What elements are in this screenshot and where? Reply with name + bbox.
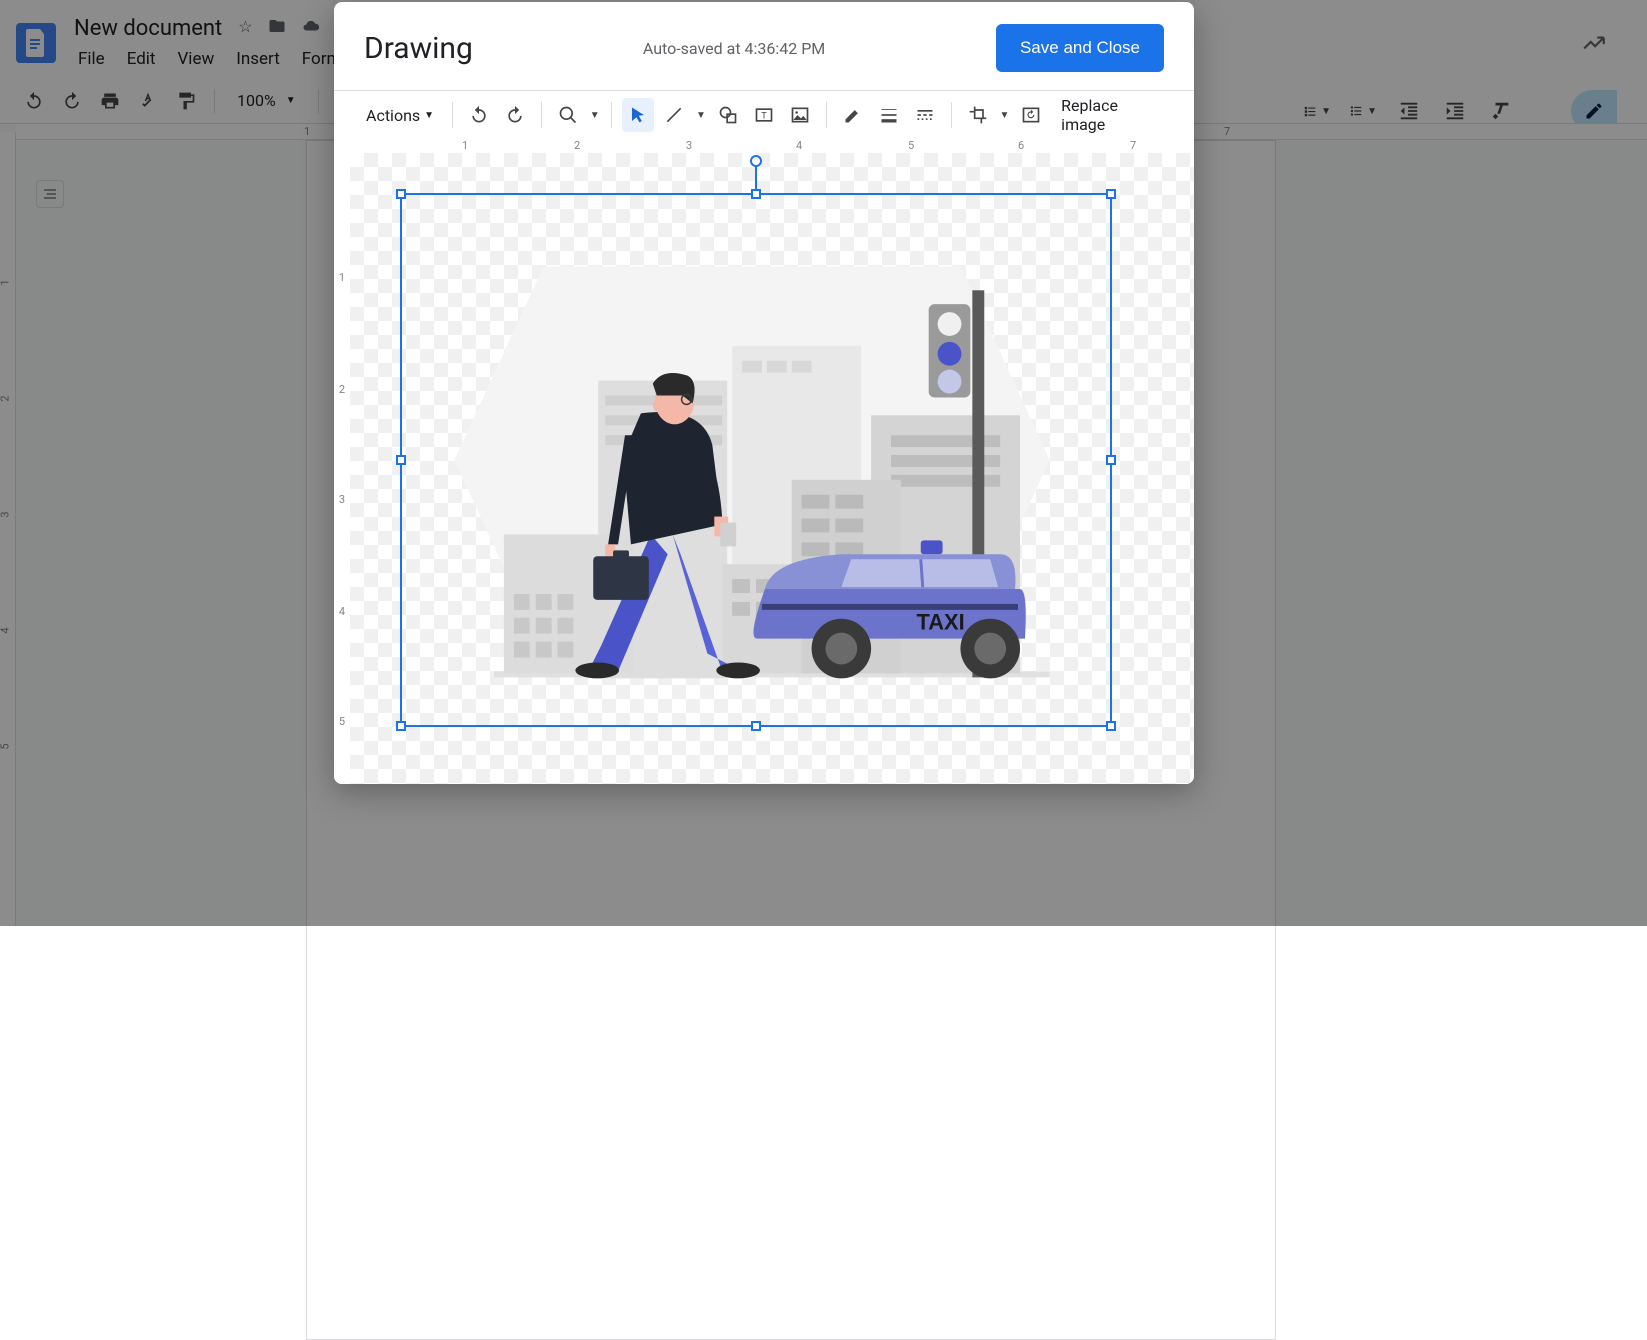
drawing-vertical-ruler: 1 2 3 4 5 — [334, 153, 350, 784]
replace-image-button[interactable]: Replace image — [1051, 92, 1170, 138]
crop-icon[interactable] — [962, 98, 994, 132]
modal-title: Drawing — [364, 31, 473, 66]
crop-dropdown-icon[interactable]: ▼ — [998, 110, 1011, 121]
image-tool-icon[interactable] — [784, 98, 816, 132]
undo-icon[interactable] — [463, 98, 495, 132]
drawing-horizontal-ruler: 1 2 3 4 5 6 7 — [334, 139, 1194, 153]
shape-tool-icon[interactable] — [712, 98, 744, 132]
zoom-dropdown-icon[interactable]: ▼ — [588, 110, 601, 121]
drawing-image: TAXI — [404, 197, 1108, 723]
border-color-icon[interactable] — [837, 98, 869, 132]
select-tool-icon[interactable] — [622, 98, 654, 132]
line-dropdown-icon[interactable]: ▼ — [694, 110, 707, 121]
border-weight-icon[interactable] — [873, 98, 905, 132]
line-tool-icon[interactable] — [658, 98, 690, 132]
rotation-handle[interactable] — [750, 155, 762, 167]
reset-image-icon[interactable] — [1015, 98, 1047, 132]
image-selection[interactable]: TAXI — [400, 193, 1112, 727]
drawing-toolbar: Actions▼ ▼ ▼ T ▼ Replace image — [334, 91, 1194, 139]
redo-icon[interactable] — [499, 98, 531, 132]
svg-text:T: T — [761, 111, 767, 121]
save-close-button[interactable]: Save and Close — [996, 24, 1164, 72]
textbox-tool-icon[interactable]: T — [748, 98, 780, 132]
autosave-status: Auto-saved at 4:36:42 PM — [643, 39, 825, 58]
modal-header: Drawing Auto-saved at 4:36:42 PM Save an… — [334, 2, 1194, 90]
actions-menu[interactable]: Actions▼ — [358, 102, 442, 129]
drawing-modal: Drawing Auto-saved at 4:36:42 PM Save an… — [334, 2, 1194, 784]
drawing-canvas[interactable]: 1 2 3 4 5 6 7 1 2 3 4 5 — [334, 139, 1194, 784]
border-dash-icon[interactable] — [909, 98, 941, 132]
svg-text:TAXI: TAXI — [917, 610, 965, 635]
zoom-icon[interactable] — [552, 98, 584, 132]
